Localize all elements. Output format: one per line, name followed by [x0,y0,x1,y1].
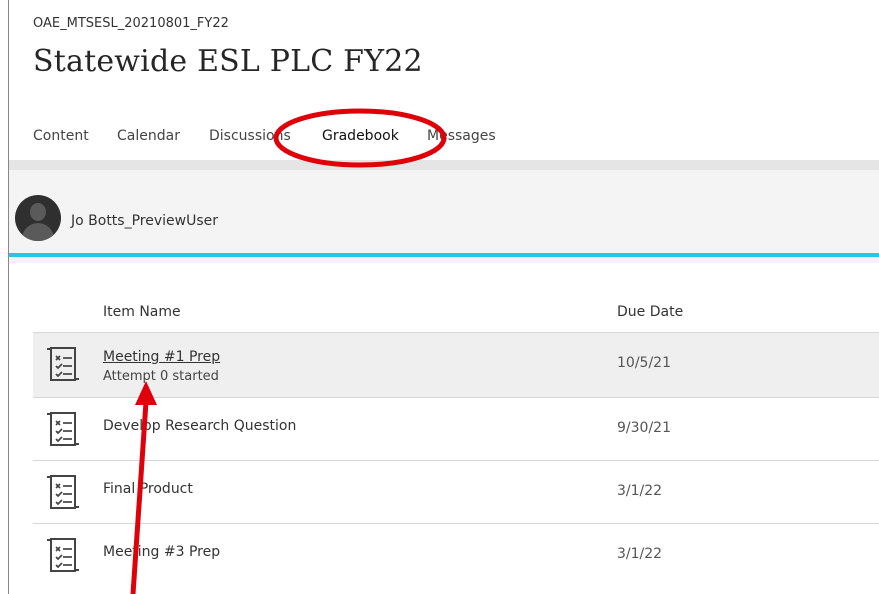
attempt-status: Attempt 0 started [103,369,219,384]
avatar-shoulders-shape [22,223,54,241]
column-header-due-date: Due Date [617,304,684,320]
course-code: OAE_MTSESL_20210801_FY22 [33,16,229,31]
gradebook-row[interactable]: Develop Research Question 9/30/21 [33,397,879,460]
tab-content[interactable]: Content [33,128,89,144]
gradebook-row[interactable]: Meeting #3 Prep 3/1/22 [33,523,879,586]
accent-divider [9,253,879,257]
gradebook-row[interactable]: Meeting #1 Prep Attempt 0 started 10/5/2… [33,332,879,397]
tab-gradebook[interactable]: Gradebook [322,128,399,144]
course-header: OAE_MTSESL_20210801_FY22 Statewide ESL P… [9,0,879,111]
item-name[interactable]: Final Product [103,481,193,497]
user-name: Jo Botts_PreviewUser [71,213,218,229]
assignment-checklist-icon [47,347,79,381]
assignment-checklist-icon [47,538,79,572]
avatar-head-shape [30,203,46,221]
item-name[interactable]: Meeting #3 Prep [103,544,220,560]
course-nav-tabs: Content Calendar Discussions Gradebook M… [9,110,879,161]
tab-calendar[interactable]: Calendar [117,128,180,144]
assignment-checklist-icon [47,475,79,509]
item-name[interactable]: Develop Research Question [103,418,296,434]
tab-discussions[interactable]: Discussions [209,128,291,144]
gradebook-row[interactable]: Final Product 3/1/22 [33,460,879,523]
tab-messages[interactable]: Messages [427,128,496,144]
user-bar: Jo Botts_PreviewUser [9,160,879,263]
gradebook-header: Item Name Due Date [9,298,879,332]
due-date: 10/5/21 [617,355,671,371]
due-date: 3/1/22 [617,546,663,562]
due-date: 3/1/22 [617,483,663,499]
column-header-item-name: Item Name [103,304,181,320]
due-date: 9/30/21 [617,420,671,436]
assignment-checklist-icon [47,412,79,446]
item-name-link[interactable]: Meeting #1 Prep [103,349,220,365]
avatar [15,195,61,241]
course-title: Statewide ESL PLC FY22 [33,44,423,79]
course-page: OAE_MTSESL_20210801_FY22 Statewide ESL P… [8,0,879,594]
